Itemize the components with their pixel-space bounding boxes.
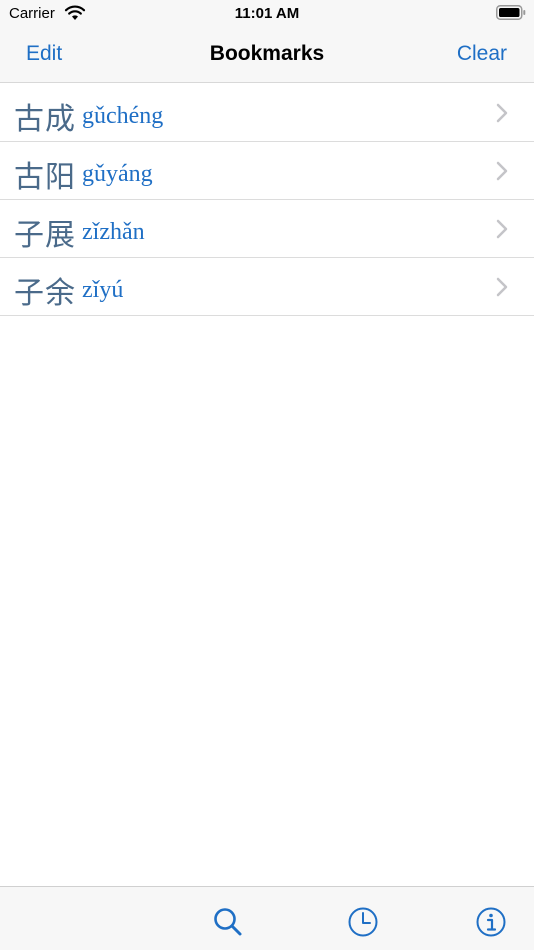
bookmark-hanzi: 子展 — [14, 218, 76, 253]
bookmark-row[interactable]: 子展 zǐzhǎn — [0, 200, 534, 258]
bookmark-hanzi: 古阳 — [14, 160, 76, 195]
bookmark-pinyin: gǔyáng — [82, 161, 153, 187]
chevron-right-icon — [496, 277, 508, 297]
battery-icon — [496, 5, 526, 20]
clear-button[interactable]: Clear — [457, 42, 507, 66]
search-icon[interactable] — [211, 905, 245, 939]
tab-bar — [0, 886, 534, 950]
bookmark-list: 古成 gǔchéng 古阳 gǔyáng 子展 zǐzhǎn 子余 zǐyú — [0, 84, 534, 316]
status-bar: Carrier 11:01 AM — [0, 0, 534, 28]
page-title: Bookmarks — [209, 42, 325, 65]
bookmark-pinyin: zǐzhǎn — [82, 219, 145, 245]
bookmark-hanzi: 子余 — [14, 276, 76, 311]
bookmark-row[interactable]: 古成 gǔchéng — [0, 84, 534, 142]
chevron-right-icon — [496, 219, 508, 239]
bookmark-row[interactable]: 子余 zǐyú — [0, 258, 534, 316]
bookmark-pinyin: zǐyú — [82, 277, 124, 303]
chevron-right-icon — [496, 161, 508, 181]
chevron-right-icon — [496, 103, 508, 123]
info-icon[interactable] — [474, 905, 508, 939]
bookmark-hanzi: 古成 — [14, 102, 76, 137]
navigation-bar: Edit Bookmarks Clear — [0, 28, 534, 83]
status-time: 11:01 AM — [234, 5, 300, 22]
bookmark-pinyin: gǔchéng — [82, 103, 164, 129]
clock-icon[interactable] — [346, 905, 380, 939]
bookmark-row[interactable]: 古阳 gǔyáng — [0, 142, 534, 200]
